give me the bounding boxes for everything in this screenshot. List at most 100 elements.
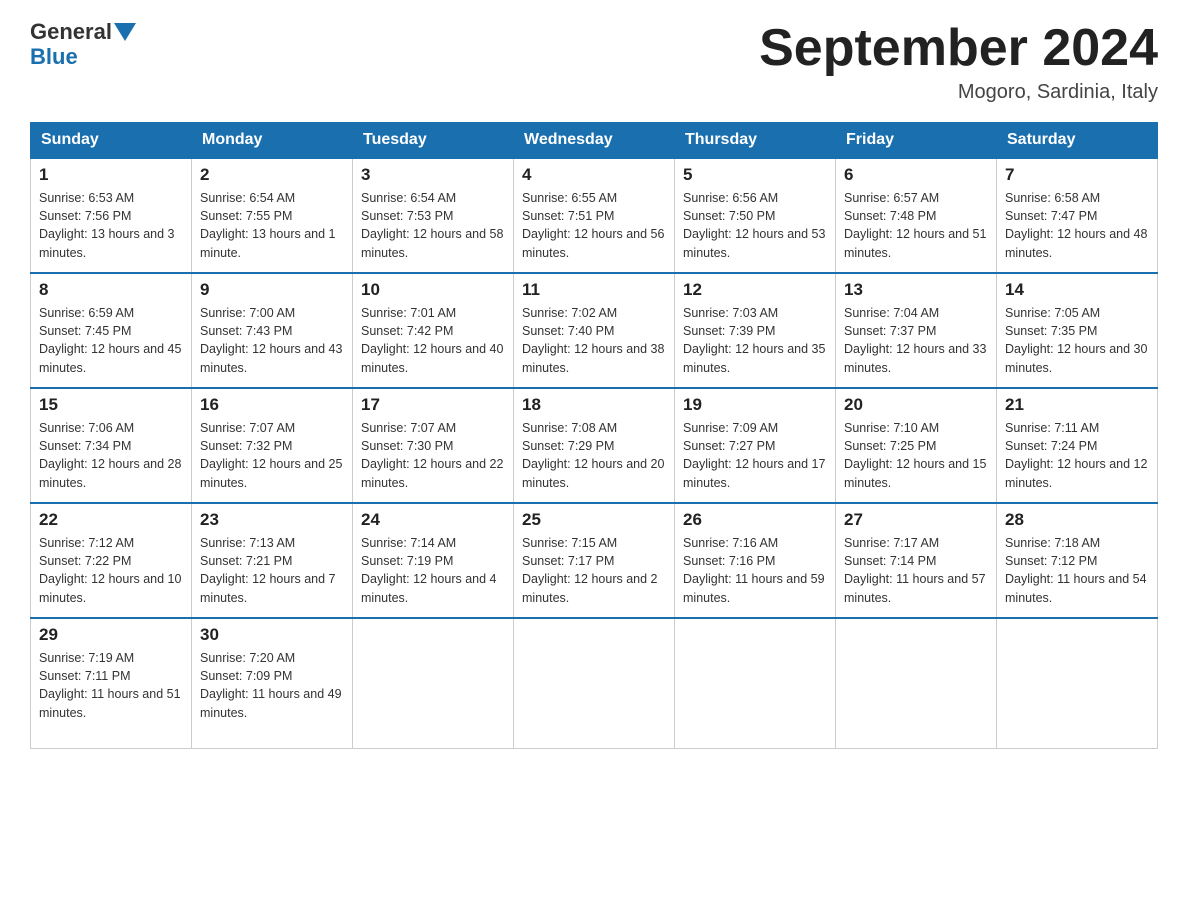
calendar-table: SundayMondayTuesdayWednesdayThursdayFrid… (30, 122, 1158, 749)
day-number: 6 (844, 165, 988, 185)
day-number: 3 (361, 165, 505, 185)
day-info: Sunrise: 6:53 AMSunset: 7:56 PMDaylight:… (39, 189, 183, 262)
calendar-cell: 15 Sunrise: 7:06 AMSunset: 7:34 PMDaylig… (31, 388, 192, 503)
calendar-cell: 29 Sunrise: 7:19 AMSunset: 7:11 PMDaylig… (31, 618, 192, 748)
header-tuesday: Tuesday (353, 123, 514, 159)
title-block: September 2024 Mogoro, Sardinia, Italy (759, 20, 1158, 104)
calendar-cell (675, 618, 836, 748)
day-info: Sunrise: 7:02 AMSunset: 7:40 PMDaylight:… (522, 304, 666, 377)
calendar-cell: 9 Sunrise: 7:00 AMSunset: 7:43 PMDayligh… (192, 273, 353, 388)
day-info: Sunrise: 7:03 AMSunset: 7:39 PMDaylight:… (683, 304, 827, 377)
day-number: 10 (361, 280, 505, 300)
day-info: Sunrise: 7:11 AMSunset: 7:24 PMDaylight:… (1005, 419, 1149, 492)
day-number: 30 (200, 625, 344, 645)
day-number: 28 (1005, 510, 1149, 530)
day-number: 1 (39, 165, 183, 185)
logo-triangle-icon (114, 23, 136, 43)
day-info: Sunrise: 6:54 AMSunset: 7:53 PMDaylight:… (361, 189, 505, 262)
calendar-cell: 3 Sunrise: 6:54 AMSunset: 7:53 PMDayligh… (353, 158, 514, 273)
day-info: Sunrise: 7:05 AMSunset: 7:35 PMDaylight:… (1005, 304, 1149, 377)
calendar-cell: 18 Sunrise: 7:08 AMSunset: 7:29 PMDaylig… (514, 388, 675, 503)
day-info: Sunrise: 6:55 AMSunset: 7:51 PMDaylight:… (522, 189, 666, 262)
page-header: General Blue September 2024 Mogoro, Sard… (30, 20, 1158, 104)
day-info: Sunrise: 7:15 AMSunset: 7:17 PMDaylight:… (522, 534, 666, 607)
day-number: 17 (361, 395, 505, 415)
day-number: 11 (522, 280, 666, 300)
header-thursday: Thursday (675, 123, 836, 159)
calendar-cell (353, 618, 514, 748)
header-friday: Friday (836, 123, 997, 159)
day-number: 2 (200, 165, 344, 185)
day-info: Sunrise: 6:59 AMSunset: 7:45 PMDaylight:… (39, 304, 183, 377)
day-info: Sunrise: 7:17 AMSunset: 7:14 PMDaylight:… (844, 534, 988, 607)
day-info: Sunrise: 7:07 AMSunset: 7:30 PMDaylight:… (361, 419, 505, 492)
day-number: 12 (683, 280, 827, 300)
calendar-cell (836, 618, 997, 748)
calendar-week-row: 29 Sunrise: 7:19 AMSunset: 7:11 PMDaylig… (31, 618, 1158, 748)
day-number: 16 (200, 395, 344, 415)
calendar-cell: 26 Sunrise: 7:16 AMSunset: 7:16 PMDaylig… (675, 503, 836, 618)
calendar-cell: 21 Sunrise: 7:11 AMSunset: 7:24 PMDaylig… (997, 388, 1158, 503)
day-info: Sunrise: 7:12 AMSunset: 7:22 PMDaylight:… (39, 534, 183, 607)
day-info: Sunrise: 7:14 AMSunset: 7:19 PMDaylight:… (361, 534, 505, 607)
calendar-cell: 22 Sunrise: 7:12 AMSunset: 7:22 PMDaylig… (31, 503, 192, 618)
calendar-cell: 16 Sunrise: 7:07 AMSunset: 7:32 PMDaylig… (192, 388, 353, 503)
day-number: 20 (844, 395, 988, 415)
calendar-cell: 17 Sunrise: 7:07 AMSunset: 7:30 PMDaylig… (353, 388, 514, 503)
calendar-cell: 24 Sunrise: 7:14 AMSunset: 7:19 PMDaylig… (353, 503, 514, 618)
day-number: 14 (1005, 280, 1149, 300)
day-info: Sunrise: 7:09 AMSunset: 7:27 PMDaylight:… (683, 419, 827, 492)
day-info: Sunrise: 7:06 AMSunset: 7:34 PMDaylight:… (39, 419, 183, 492)
calendar-header-row: SundayMondayTuesdayWednesdayThursdayFrid… (31, 123, 1158, 159)
calendar-cell: 6 Sunrise: 6:57 AMSunset: 7:48 PMDayligh… (836, 158, 997, 273)
location: Mogoro, Sardinia, Italy (759, 81, 1158, 104)
header-saturday: Saturday (997, 123, 1158, 159)
calendar-cell (514, 618, 675, 748)
day-info: Sunrise: 6:56 AMSunset: 7:50 PMDaylight:… (683, 189, 827, 262)
day-info: Sunrise: 7:19 AMSunset: 7:11 PMDaylight:… (39, 649, 183, 722)
day-info: Sunrise: 7:01 AMSunset: 7:42 PMDaylight:… (361, 304, 505, 377)
day-info: Sunrise: 6:58 AMSunset: 7:47 PMDaylight:… (1005, 189, 1149, 262)
day-number: 18 (522, 395, 666, 415)
calendar-cell: 20 Sunrise: 7:10 AMSunset: 7:25 PMDaylig… (836, 388, 997, 503)
day-info: Sunrise: 6:57 AMSunset: 7:48 PMDaylight:… (844, 189, 988, 262)
calendar-cell: 8 Sunrise: 6:59 AMSunset: 7:45 PMDayligh… (31, 273, 192, 388)
header-wednesday: Wednesday (514, 123, 675, 159)
day-number: 27 (844, 510, 988, 530)
day-info: Sunrise: 7:07 AMSunset: 7:32 PMDaylight:… (200, 419, 344, 492)
calendar-cell: 4 Sunrise: 6:55 AMSunset: 7:51 PMDayligh… (514, 158, 675, 273)
day-info: Sunrise: 7:10 AMSunset: 7:25 PMDaylight:… (844, 419, 988, 492)
calendar-cell: 11 Sunrise: 7:02 AMSunset: 7:40 PMDaylig… (514, 273, 675, 388)
day-number: 24 (361, 510, 505, 530)
calendar-week-row: 15 Sunrise: 7:06 AMSunset: 7:34 PMDaylig… (31, 388, 1158, 503)
calendar-cell: 14 Sunrise: 7:05 AMSunset: 7:35 PMDaylig… (997, 273, 1158, 388)
logo-blue: Blue (30, 44, 78, 70)
calendar-cell: 5 Sunrise: 6:56 AMSunset: 7:50 PMDayligh… (675, 158, 836, 273)
day-number: 4 (522, 165, 666, 185)
day-number: 8 (39, 280, 183, 300)
calendar-cell: 25 Sunrise: 7:15 AMSunset: 7:17 PMDaylig… (514, 503, 675, 618)
logo: General Blue (30, 20, 136, 70)
calendar-cell: 23 Sunrise: 7:13 AMSunset: 7:21 PMDaylig… (192, 503, 353, 618)
month-title: September 2024 (759, 20, 1158, 77)
day-number: 5 (683, 165, 827, 185)
day-info: Sunrise: 7:20 AMSunset: 7:09 PMDaylight:… (200, 649, 344, 722)
calendar-cell: 7 Sunrise: 6:58 AMSunset: 7:47 PMDayligh… (997, 158, 1158, 273)
day-info: Sunrise: 7:13 AMSunset: 7:21 PMDaylight:… (200, 534, 344, 607)
day-number: 15 (39, 395, 183, 415)
day-info: Sunrise: 6:54 AMSunset: 7:55 PMDaylight:… (200, 189, 344, 262)
calendar-week-row: 22 Sunrise: 7:12 AMSunset: 7:22 PMDaylig… (31, 503, 1158, 618)
day-number: 25 (522, 510, 666, 530)
calendar-cell: 10 Sunrise: 7:01 AMSunset: 7:42 PMDaylig… (353, 273, 514, 388)
header-monday: Monday (192, 123, 353, 159)
calendar-cell: 19 Sunrise: 7:09 AMSunset: 7:27 PMDaylig… (675, 388, 836, 503)
calendar-week-row: 8 Sunrise: 6:59 AMSunset: 7:45 PMDayligh… (31, 273, 1158, 388)
day-info: Sunrise: 7:04 AMSunset: 7:37 PMDaylight:… (844, 304, 988, 377)
day-number: 19 (683, 395, 827, 415)
calendar-cell (997, 618, 1158, 748)
day-info: Sunrise: 7:08 AMSunset: 7:29 PMDaylight:… (522, 419, 666, 492)
day-number: 9 (200, 280, 344, 300)
day-number: 22 (39, 510, 183, 530)
day-number: 21 (1005, 395, 1149, 415)
calendar-cell: 1 Sunrise: 6:53 AMSunset: 7:56 PMDayligh… (31, 158, 192, 273)
